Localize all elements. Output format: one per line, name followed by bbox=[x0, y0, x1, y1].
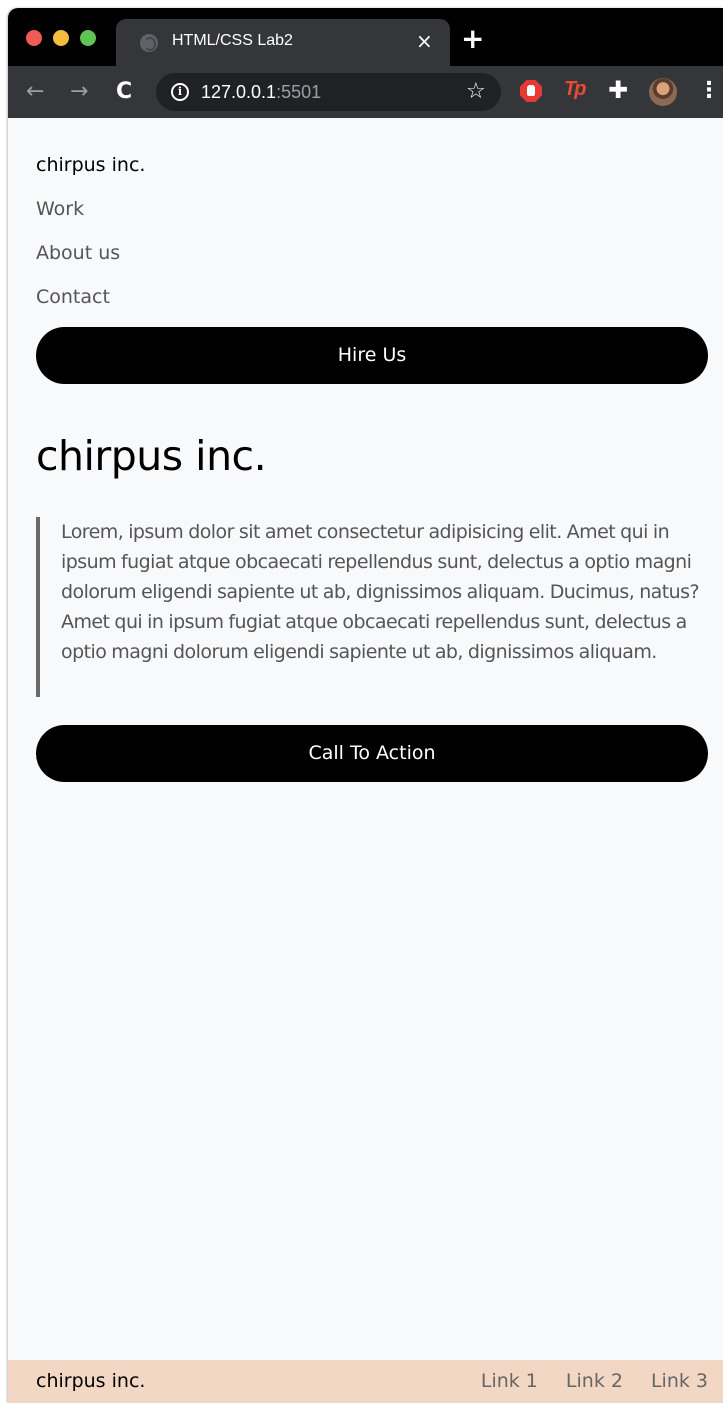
close-tab-icon[interactable]: × bbox=[416, 29, 433, 53]
browser-tab[interactable]: HTML/CSS Lab2 × bbox=[116, 19, 450, 66]
globe-icon bbox=[140, 34, 158, 52]
url-text[interactable]: 127.0.0.1:5501 bbox=[201, 81, 321, 103]
zoom-window-button[interactable] bbox=[80, 30, 96, 46]
footer-link-2[interactable]: Link 2 bbox=[566, 1370, 623, 1392]
forward-arrow-icon[interactable]: → bbox=[70, 78, 88, 106]
more-menu-icon[interactable]: ⋮ bbox=[698, 78, 720, 104]
bookmark-star-icon[interactable]: ☆ bbox=[466, 79, 486, 105]
footer-link-1[interactable]: Link 1 bbox=[481, 1370, 538, 1392]
call-to-action-button[interactable]: Call To Action bbox=[36, 725, 708, 782]
hire-us-button[interactable]: Hire Us bbox=[36, 327, 708, 384]
footer: chirpus inc. Link 1 Link 2 Link 3 bbox=[8, 1360, 723, 1403]
nav-link-work[interactable]: Work bbox=[36, 198, 84, 220]
footer-links: Link 1 Link 2 Link 3 bbox=[481, 1370, 708, 1392]
minimize-window-button[interactable] bbox=[53, 30, 69, 46]
browser-window: HTML/CSS Lab2 × + ← → C i 127.0.0.1:5501… bbox=[8, 8, 723, 1403]
tab-strip: HTML/CSS Lab2 × + bbox=[8, 8, 723, 66]
footer-link-3[interactable]: Link 3 bbox=[651, 1370, 708, 1392]
close-window-button[interactable] bbox=[26, 30, 42, 46]
url-port: :5501 bbox=[276, 82, 322, 102]
url-host: 127.0.0.1 bbox=[201, 82, 277, 102]
extensions-puzzle-icon[interactable]: ✚ bbox=[608, 76, 628, 104]
hero-quote-text: Lorem, ipsum dolor sit amet consectetur … bbox=[61, 521, 700, 663]
info-icon[interactable]: i bbox=[171, 83, 189, 101]
nav-link-about-us[interactable]: About us bbox=[36, 242, 120, 264]
back-arrow-icon[interactable]: ← bbox=[26, 78, 44, 106]
browser-toolbar: ← → C i 127.0.0.1:5501 ☆ Tp ✚ ⋮ bbox=[8, 66, 723, 118]
tab-title: HTML/CSS Lab2 bbox=[172, 32, 293, 49]
address-bar[interactable]: i 127.0.0.1:5501 ☆ bbox=[156, 73, 501, 111]
new-tab-icon[interactable]: + bbox=[461, 25, 484, 53]
web-page: chirpus inc. Work About us Contact Hire … bbox=[8, 118, 723, 1403]
nav-link-contact[interactable]: Contact bbox=[36, 286, 110, 308]
footer-brand: chirpus inc. bbox=[36, 1370, 146, 1392]
hero-title: chirpus inc. bbox=[36, 432, 267, 480]
nav-brand[interactable]: chirpus inc. bbox=[36, 154, 145, 176]
hero-blockquote: Lorem, ipsum dolor sit amet consectetur … bbox=[36, 517, 716, 697]
adblock-extension-icon[interactable] bbox=[520, 80, 542, 102]
profile-avatar[interactable] bbox=[649, 78, 677, 106]
tp-extension-icon[interactable]: Tp bbox=[564, 78, 586, 101]
reload-icon[interactable]: C bbox=[116, 78, 132, 106]
